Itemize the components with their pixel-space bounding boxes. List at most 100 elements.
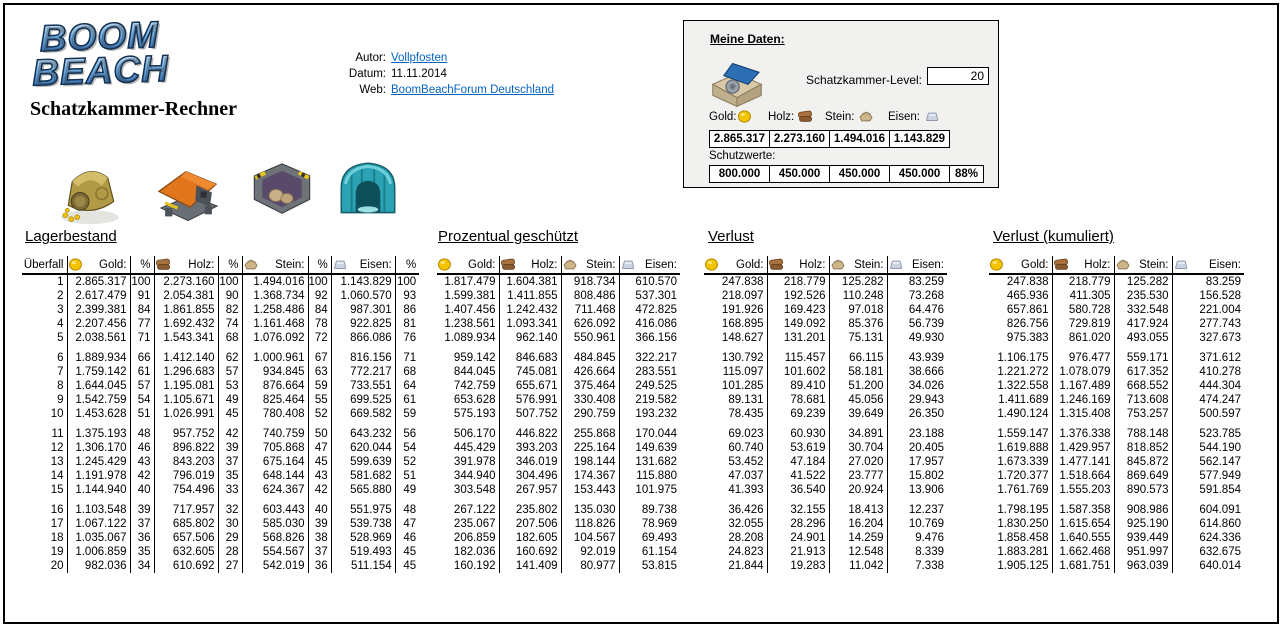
cell[interactable]: 1.407.456 [437,303,499,317]
cell[interactable]: 89.131 [704,393,767,407]
cell[interactable]: 554.567 [242,545,308,559]
cell[interactable]: 729.819 [1052,317,1114,331]
cell[interactable]: 73.268 [887,289,947,303]
cell[interactable]: 59 [395,407,419,421]
cell[interactable]: 2.399.381 [67,303,130,317]
cell[interactable]: 610.570 [619,274,680,289]
cell[interactable]: 64.476 [887,303,947,317]
cell[interactable]: 474.247 [1172,393,1244,407]
cell[interactable]: 1.026.991 [154,407,218,421]
cell[interactable]: 2.617.479 [67,289,130,303]
cell[interactable]: 951.997 [1114,545,1172,559]
cell[interactable]: 1.258.486 [242,303,308,317]
cell[interactable]: 156.528 [1172,289,1244,303]
col-header-gold[interactable]: Gold: [67,256,130,274]
cell[interactable]: 69.239 [767,407,829,421]
cell[interactable]: 375.464 [561,379,619,393]
cell[interactable]: 580.728 [1052,303,1114,317]
cell[interactable]: 1.619.888 [989,441,1052,455]
cell[interactable]: 844.045 [437,365,499,379]
cell[interactable]: 42 [308,483,331,497]
col-header-gold[interactable]: Gold: [989,256,1052,274]
cell[interactable]: 410.278 [1172,365,1244,379]
cell[interactable]: 18.413 [829,503,887,517]
cell[interactable]: 1.858.458 [989,531,1052,545]
cell[interactable]: 1.006.859 [67,545,130,559]
cell[interactable]: 2.038.561 [67,331,130,345]
cell[interactable]: 632.675 [1172,545,1244,559]
cell[interactable]: 115.097 [704,365,767,379]
cell[interactable]: 1.238.561 [437,317,499,331]
cell[interactable]: 1.246.169 [1052,393,1114,407]
cell[interactable]: 225.164 [561,441,619,455]
cell[interactable]: 69.023 [704,427,767,441]
cell[interactable]: 125.282 [1114,274,1172,289]
cell[interactable]: 170.044 [619,427,680,441]
cell[interactable]: 38.666 [887,365,947,379]
cell[interactable]: 61 [395,393,419,407]
cell[interactable]: 1.599.381 [437,289,499,303]
cell[interactable]: 60.930 [767,427,829,441]
cell[interactable]: 717.957 [154,503,218,517]
cell[interactable]: 101.285 [704,379,767,393]
cell[interactable]: 655.671 [499,379,561,393]
cell[interactable]: 43 [308,469,331,483]
cell[interactable]: 36.426 [704,503,767,517]
cell[interactable]: 4 [22,317,67,331]
cell[interactable]: 2.054.381 [154,289,218,303]
col-header-stein[interactable]: Stein: [242,256,308,274]
cell[interactable]: 160.692 [499,545,561,559]
cell[interactable]: 371.612 [1172,351,1244,365]
cell[interactable]: 1.604.381 [499,274,561,289]
cell[interactable]: 1.555.203 [1052,483,1114,497]
cell[interactable]: 577.949 [1172,469,1244,483]
cell[interactable]: 51.200 [829,379,887,393]
gold-value-cell[interactable]: 2.865.317 [709,130,770,148]
cell[interactable]: 34.891 [829,427,887,441]
cell[interactable]: 2.273.160 [154,274,218,289]
cell[interactable]: 149.639 [619,441,680,455]
cell[interactable]: 290.759 [561,407,619,421]
cell[interactable]: 575.193 [437,407,499,421]
cell[interactable]: 484.845 [561,351,619,365]
cell[interactable]: 28.296 [767,517,829,531]
cell[interactable]: 40 [308,503,331,517]
cell[interactable]: 206.859 [437,531,499,545]
cell[interactable]: 182.036 [437,545,499,559]
cell[interactable]: 825.464 [242,393,308,407]
cell[interactable]: 56.739 [887,317,947,331]
cell[interactable]: 21.913 [767,545,829,559]
cell[interactable]: 47 [395,517,419,531]
cell[interactable]: 7.338 [887,559,947,573]
cell[interactable]: 1.429.957 [1052,441,1114,455]
col-header-gold[interactable]: Gold: [437,256,499,274]
cell[interactable]: 8.339 [887,545,947,559]
cell[interactable]: 713.608 [1114,393,1172,407]
cell[interactable]: 33 [218,483,242,497]
cell[interactable]: 1.143.829 [331,274,395,289]
cell[interactable]: 89.410 [767,379,829,393]
cell[interactable]: 1.195.081 [154,379,218,393]
cell[interactable]: 1.089.934 [437,331,499,345]
cell[interactable]: 1.306.170 [67,441,130,455]
cell[interactable]: 576.991 [499,393,561,407]
col-header-eisen[interactable]: Eisen: [1172,256,1244,274]
cell[interactable]: 551.975 [331,503,395,517]
col-header-holz[interactable]: Holz: [154,256,218,274]
cell[interactable]: 1.681.751 [1052,559,1114,573]
cell[interactable]: 42 [130,469,154,483]
author-link[interactable]: Vollpfosten [391,52,447,64]
schutzwert-eisen-cell[interactable]: 450.000 [889,165,950,183]
cell[interactable]: 16 [22,503,67,517]
cell[interactable]: 963.039 [1114,559,1172,573]
col-header-eisen[interactable]: Eisen: [619,256,680,274]
cell[interactable]: 982.036 [67,559,130,573]
cell[interactable]: 610.692 [154,559,218,573]
cell[interactable]: 110.248 [829,289,887,303]
cell[interactable]: 1.315.408 [1052,407,1114,421]
cell[interactable]: 54 [130,393,154,407]
cell[interactable]: 101.975 [619,483,680,497]
cell[interactable]: 1.103.548 [67,503,130,517]
cell[interactable]: 772.217 [331,365,395,379]
cell[interactable]: 957.752 [154,427,218,441]
